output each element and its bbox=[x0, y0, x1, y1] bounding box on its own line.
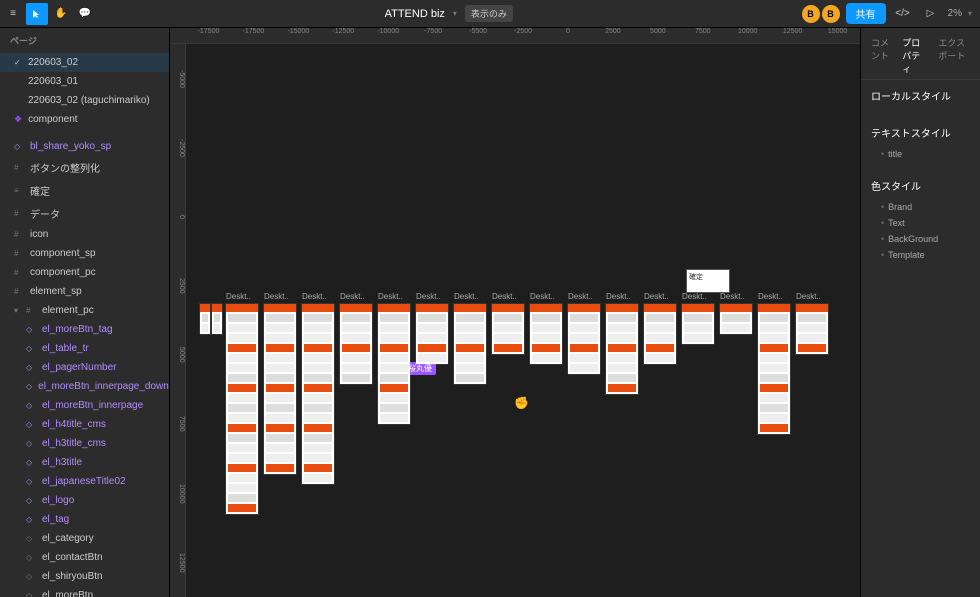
inspector-tab[interactable]: コメント bbox=[871, 36, 892, 75]
text-styles-title: テキストスタイル bbox=[871, 125, 970, 140]
layer-item[interactable]: ◇el_moreBtn_tag bbox=[0, 320, 169, 339]
layer-item[interactable]: ≡確定 bbox=[0, 179, 169, 202]
layer-item[interactable]: ◇el_h4title_cms bbox=[0, 415, 169, 434]
right-panel: コメントプロパティエクスポート ローカルスタイル テキストスタイル title … bbox=[860, 28, 980, 597]
layer-item[interactable]: ◇el_pagerNumber bbox=[0, 358, 169, 377]
layer-item[interactable]: ◇el_moreBtn_innerpage bbox=[0, 396, 169, 415]
avatar[interactable]: B bbox=[802, 5, 820, 23]
avatar[interactable]: B bbox=[822, 5, 840, 23]
artboard-frame[interactable]: Deskt.. bbox=[568, 304, 600, 374]
dev-mode-icon[interactable]: </> bbox=[892, 3, 914, 25]
pages-section-title: ページ bbox=[0, 28, 169, 53]
layer-item[interactable]: ◇el_shiryouBtn bbox=[0, 567, 169, 586]
floating-selection[interactable]: 確定 bbox=[686, 269, 730, 293]
color-style-item[interactable]: Brand bbox=[871, 199, 970, 215]
local-styles-title: ローカルスタイル bbox=[871, 88, 970, 103]
layer-item[interactable]: ◇el_japaneseTitle02 bbox=[0, 472, 169, 491]
layer-item[interactable]: ◇el_logo bbox=[0, 491, 169, 510]
page-item[interactable]: 220603_01 bbox=[0, 72, 169, 91]
layer-item[interactable]: ◇el_moreBtn_innerpage_down bbox=[0, 377, 169, 396]
artboard-frame[interactable]: Deskt.. bbox=[454, 304, 486, 384]
ruler-horizontal: -17500-17500-15000-12500-10000-7500-5500… bbox=[170, 28, 860, 44]
artboard-frame[interactable] bbox=[200, 304, 210, 334]
artboard-frame[interactable]: Deskt.. bbox=[644, 304, 676, 364]
pages-list: ✓220603_02220603_01220603_02 (taguchimar… bbox=[0, 53, 169, 129]
layer-item[interactable]: ◇el_tag bbox=[0, 510, 169, 529]
artboard-frame[interactable]: Deskt.. bbox=[530, 304, 562, 364]
inspector-tab[interactable]: プロパティ bbox=[902, 36, 928, 75]
artboard-frame[interactable]: Deskt.. bbox=[758, 304, 790, 434]
layer-item[interactable]: #component_pc bbox=[0, 263, 169, 282]
artboard-frame[interactable] bbox=[212, 304, 222, 334]
text-style-item[interactable]: title bbox=[871, 146, 970, 162]
left-panel: ページ ✓220603_02220603_01220603_02 (taguch… bbox=[0, 28, 170, 597]
ruler-vertical: -5000-250002500500075001000012500 bbox=[170, 44, 186, 597]
layer-item[interactable]: #element_sp bbox=[0, 282, 169, 301]
hand-cursor-icon: ✊ bbox=[514, 396, 529, 410]
artboard-frame[interactable]: Deskt.. bbox=[796, 304, 828, 354]
layer-item[interactable]: ◇el_table_tr bbox=[0, 339, 169, 358]
layer-item[interactable]: ◇el_contactBtn bbox=[0, 548, 169, 567]
layer-item[interactable]: #ボタンの整列化 bbox=[0, 156, 169, 179]
move-tool[interactable] bbox=[26, 3, 48, 25]
artboard-frame[interactable]: Deskt.. bbox=[378, 304, 410, 424]
artboard-frame[interactable]: Deskt.. bbox=[606, 304, 638, 394]
layer-item[interactable]: ◇el_h3title_cms bbox=[0, 434, 169, 453]
layer-item[interactable]: #icon bbox=[0, 225, 169, 244]
inspector-tabs: コメントプロパティエクスポート bbox=[861, 32, 980, 80]
artboard-frame[interactable]: Deskt.. bbox=[302, 304, 334, 484]
page-item[interactable]: ✓220603_02 bbox=[0, 53, 169, 72]
present-icon[interactable]: ▷ bbox=[920, 3, 942, 25]
layer-item[interactable]: ◇bl_share_yoko_sp bbox=[0, 137, 169, 156]
artboard-frame[interactable]: Deskt.. bbox=[226, 304, 258, 514]
view-mode-badge: 表示のみ bbox=[465, 5, 513, 22]
color-style-item[interactable]: Template bbox=[871, 247, 970, 263]
layers-list: ◇bl_share_yoko_sp#ボタンの整列化≡確定#データ#icon#co… bbox=[0, 137, 169, 597]
color-style-item[interactable]: Text bbox=[871, 215, 970, 231]
page-item[interactable]: ❖component bbox=[0, 110, 169, 129]
artboard-frame[interactable]: Deskt.. bbox=[416, 304, 448, 364]
color-styles-title: 色スタイル bbox=[871, 178, 970, 193]
comment-tool[interactable]: 💬 bbox=[74, 3, 96, 25]
layer-item[interactable]: ◇el_moreBtn bbox=[0, 586, 169, 597]
inspector-tab[interactable]: エクスポート bbox=[938, 36, 970, 75]
toolbar: ≡ ✋ 💬 ATTEND biz ▾ 表示のみ BB 共有 </> ▷ 2% ▾ bbox=[0, 0, 980, 28]
layer-item[interactable]: #element_pc bbox=[0, 301, 169, 320]
zoom-level[interactable]: 2% bbox=[948, 8, 962, 19]
artboard-frame[interactable]: Deskt.. bbox=[682, 304, 714, 344]
artboard-frame[interactable]: Deskt.. bbox=[492, 304, 524, 354]
artboard-frame[interactable]: Deskt.. bbox=[720, 304, 752, 334]
layer-item[interactable]: #component_sp bbox=[0, 244, 169, 263]
artboard-frame[interactable]: Deskt.. bbox=[340, 304, 372, 384]
hand-tool[interactable]: ✋ bbox=[50, 3, 72, 25]
layer-item[interactable]: #データ bbox=[0, 202, 169, 225]
layer-item[interactable]: ◇el_h3title bbox=[0, 453, 169, 472]
artboard-frame[interactable]: Deskt.. bbox=[264, 304, 296, 474]
page-item[interactable]: 220603_02 (taguchimariko) bbox=[0, 91, 169, 110]
layer-item[interactable]: ◇el_category bbox=[0, 529, 169, 548]
color-style-item[interactable]: BackGround bbox=[871, 231, 970, 247]
avatars[interactable]: BB bbox=[802, 5, 840, 23]
canvas[interactable]: -17500-17500-15000-12500-10000-7500-5500… bbox=[170, 28, 860, 597]
file-name[interactable]: ATTEND biz bbox=[385, 8, 445, 20]
share-button[interactable]: 共有 bbox=[846, 3, 886, 24]
menu-icon[interactable]: ≡ bbox=[2, 3, 24, 25]
